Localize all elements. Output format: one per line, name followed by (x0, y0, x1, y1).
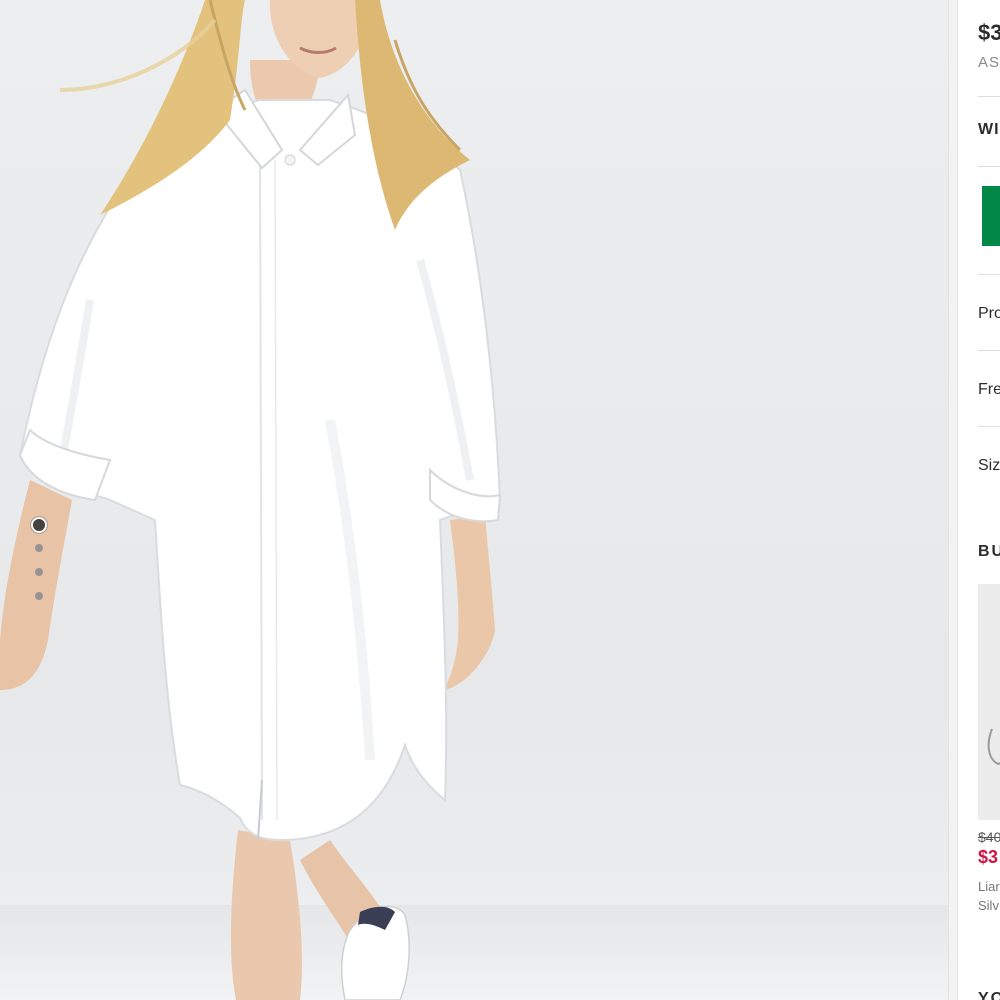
product-brand: AS (978, 54, 1000, 71)
carousel-dot[interactable] (35, 592, 43, 600)
product-details-toggle[interactable]: Pro (978, 305, 1000, 323)
panel-divider (948, 0, 958, 1000)
you-might-also-like-heading: YO (978, 990, 1000, 1000)
necklace-image (987, 728, 1000, 766)
divider (978, 350, 1000, 351)
item-original-price: $40 (978, 829, 1000, 845)
carousel-dot[interactable] (35, 568, 43, 576)
carousel-dot-active[interactable] (31, 517, 47, 533)
free-delivery-toggle[interactable]: Fre (978, 381, 1000, 399)
product-image[interactable] (0, 0, 948, 1000)
product-info-panel: $3 AS WI Pro Fre Siz BU $40 $3 Liar Silv… (958, 0, 1000, 1000)
divider (978, 274, 1000, 275)
size-guide-link[interactable]: Siz (978, 457, 1000, 475)
divider (978, 426, 1000, 427)
item-name-line[interactable]: Liar (978, 879, 1000, 894)
divider (978, 166, 1000, 167)
model-illustration (0, 0, 502, 1000)
product-page: $3 AS WI Pro Fre Siz BU $40 $3 Liar Silv… (0, 0, 1000, 1000)
buy-the-look-heading: BU (978, 543, 1000, 560)
buy-the-look-item-image[interactable] (978, 584, 1000, 820)
carousel-dot[interactable] (35, 544, 43, 552)
color-label: WI (978, 121, 1000, 138)
add-to-bag-button[interactable] (982, 186, 1000, 246)
item-name-line[interactable]: Silv (978, 898, 999, 913)
product-price: $3 (978, 20, 1000, 45)
item-sale-price: $3 (978, 847, 999, 867)
image-carousel-dots (30, 517, 48, 616)
divider (978, 96, 1000, 97)
